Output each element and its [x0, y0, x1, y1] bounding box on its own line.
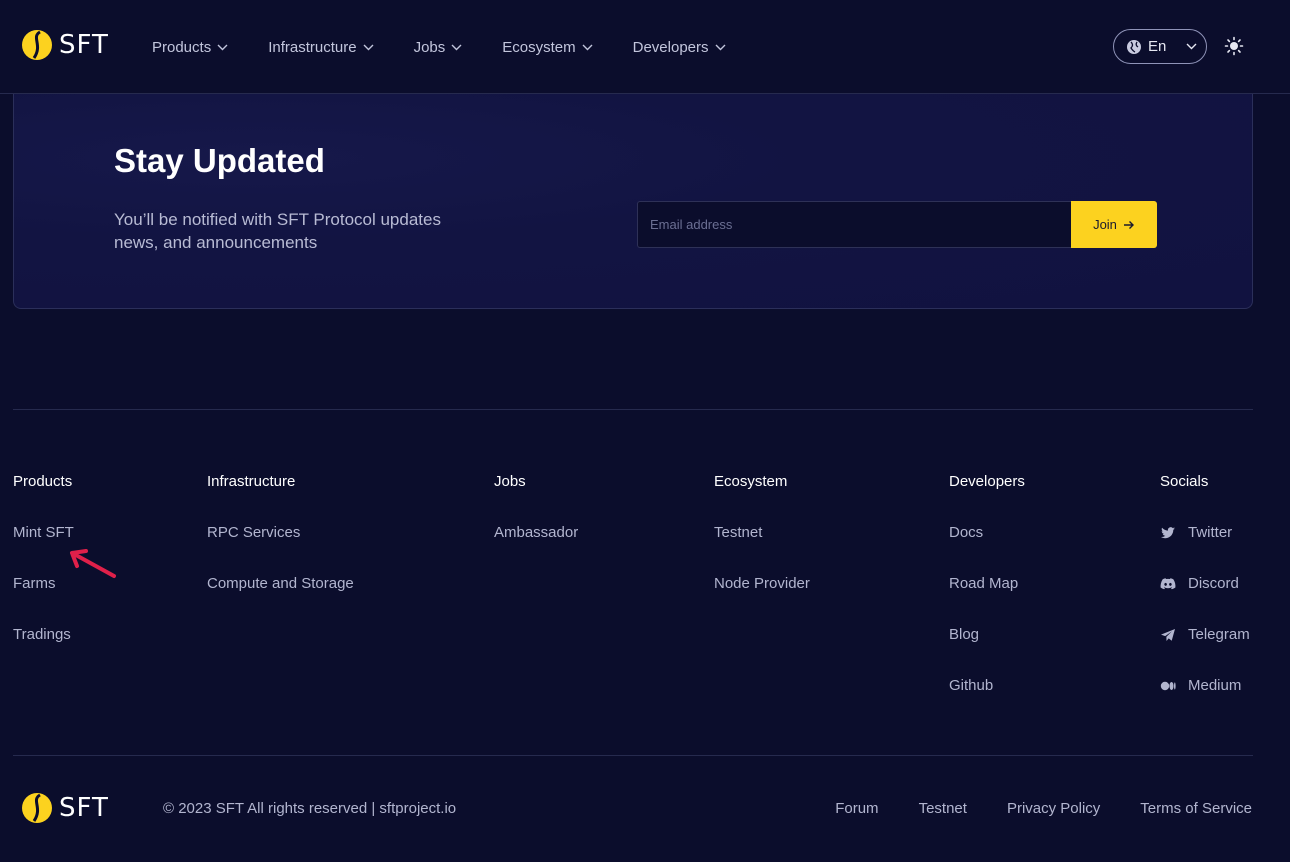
newsletter-panel: Stay Updated You’ll be notified with SFT…	[13, 94, 1253, 309]
footer-link-node-provider[interactable]: Node Provider	[714, 574, 810, 594]
footer-heading: Ecosystem	[714, 473, 788, 490]
footer-heading: Socials	[1160, 473, 1209, 490]
chevron-down-icon	[363, 44, 374, 50]
sft-logo-icon	[22, 30, 52, 60]
footer-column-ecosystem: Ecosystem Testnet Node Provider	[714, 472, 810, 625]
sft-logo-icon	[22, 793, 52, 823]
legal-links: Forum Testnet Privacy Policy Terms of Se…	[835, 800, 1252, 817]
arrow-right-icon	[1123, 220, 1134, 229]
nav-developers[interactable]: Developers	[633, 36, 726, 58]
footer-link-medium[interactable]: Medium	[1160, 676, 1250, 696]
annotation-arrow-icon	[70, 549, 116, 578]
legal-link-terms-of-service[interactable]: Terms of Service	[1140, 800, 1252, 817]
footer-bottom-divider	[13, 755, 1253, 756]
footer-link-twitter[interactable]: Twitter	[1160, 523, 1250, 543]
sft-footer-logo[interactable]: SFT	[21, 792, 109, 824]
footer-link-github[interactable]: Github	[949, 676, 1025, 696]
sft-logo-text: SFT	[59, 793, 109, 823]
footer-link-testnet[interactable]: Testnet	[714, 523, 810, 543]
footer-heading: Infrastructure	[207, 473, 296, 490]
nav-products-label: Products	[152, 38, 212, 56]
footer-column-infrastructure: Infrastructure RPC Services Compute and …	[207, 472, 354, 625]
email-input[interactable]	[637, 201, 1071, 248]
footer-link-ambassador[interactable]: Ambassador	[494, 523, 578, 543]
footer-heading: Developers	[949, 473, 1025, 490]
language-label: En	[1148, 38, 1167, 55]
footer-link-telegram[interactable]: Telegram	[1160, 625, 1250, 645]
medium-icon	[1160, 681, 1176, 691]
sft-logo[interactable]: SFT	[21, 29, 109, 61]
footer-link-discord[interactable]: Discord	[1160, 574, 1250, 594]
telegram-icon	[1161, 629, 1175, 641]
footer-top-divider	[13, 409, 1253, 410]
footer-column-developers: Developers Docs Road Map Blog Github	[949, 472, 1025, 727]
sft-logo-text: SFT	[59, 30, 109, 60]
nav-developers-label: Developers	[632, 38, 709, 56]
nav-ecosystem[interactable]: Ecosystem	[502, 36, 593, 58]
footer-heading: Products	[13, 473, 73, 490]
chevron-down-icon	[1186, 43, 1197, 50]
nav-infrastructure[interactable]: Infrastructure	[268, 36, 374, 58]
language-selector[interactable]: En	[1113, 29, 1207, 64]
nav-jobs-label: Jobs	[413, 38, 446, 56]
chevron-down-icon	[217, 44, 228, 50]
footer-link-tradings[interactable]: Tradings	[13, 625, 74, 645]
legal-link-privacy-policy[interactable]: Privacy Policy	[1007, 800, 1100, 817]
footer-column-socials: Socials Twitter Discord Telegram Medium	[1160, 472, 1250, 727]
join-button-label: Join	[1093, 217, 1117, 232]
footer-link-mint-sft[interactable]: Mint SFT	[13, 523, 74, 543]
footer-heading: Jobs	[494, 473, 526, 490]
nav-jobs[interactable]: Jobs	[414, 36, 463, 58]
nav-ecosystem-label: Ecosystem	[502, 38, 576, 56]
copyright-text: © 2023 SFT All rights reserved | sftproj…	[163, 800, 457, 817]
top-navigation-bar: SFT Products Infrastructure Jobs Ecosyst…	[0, 0, 1290, 94]
sun-icon[interactable]	[1224, 36, 1244, 56]
globe-icon	[1127, 39, 1141, 54]
legal-link-forum[interactable]: Forum	[835, 800, 878, 817]
footer-column-jobs: Jobs Ambassador	[494, 472, 578, 574]
chevron-down-icon	[451, 44, 462, 50]
nav-infrastructure-label: Infrastructure	[268, 38, 357, 56]
nav-products[interactable]: Products	[152, 36, 228, 58]
join-button[interactable]: Join	[1071, 201, 1157, 248]
footer-link-compute-storage[interactable]: Compute and Storage	[207, 574, 354, 594]
twitter-icon	[1161, 527, 1175, 539]
footer-link-label: Medium	[1188, 677, 1242, 694]
footer-link-road-map[interactable]: Road Map	[949, 574, 1025, 594]
footer-link-blog[interactable]: Blog	[949, 625, 1025, 645]
newsletter-description: You’ll be notified with SFT Protocol upd…	[114, 210, 441, 252]
main-nav: Products Infrastructure Jobs Ecosystem D…	[152, 36, 766, 58]
footer-link-label: Telegram	[1188, 626, 1250, 643]
footer-link-rpc-services[interactable]: RPC Services	[207, 523, 354, 543]
footer-link-docs[interactable]: Docs	[949, 523, 1025, 543]
newsletter-title: Stay Updated	[114, 142, 325, 179]
chevron-down-icon	[582, 44, 593, 50]
footer-link-label: Twitter	[1188, 524, 1233, 541]
chevron-down-icon	[715, 44, 725, 50]
legal-link-testnet[interactable]: Testnet	[919, 800, 967, 817]
footer-link-label: Discord	[1188, 575, 1239, 592]
discord-icon	[1160, 578, 1176, 590]
